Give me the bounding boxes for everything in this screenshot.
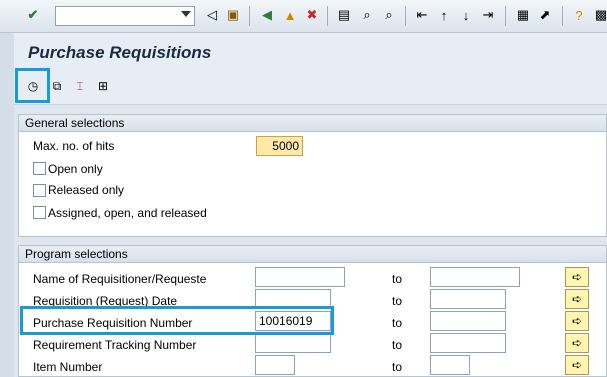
requisitioner-to-input[interactable]	[430, 267, 520, 287]
request-date-to-input[interactable]	[430, 289, 506, 309]
multiple-selection-arrow-icon[interactable]: ➪	[565, 267, 589, 287]
to-label: to	[392, 316, 403, 330]
multiple-selection-icon[interactable]: ⊞	[94, 77, 112, 95]
command-field[interactable]	[55, 6, 195, 26]
left-strip	[0, 33, 14, 377]
help-icon[interactable]: ?	[570, 6, 588, 24]
tracking-number-from-input[interactable]	[255, 333, 331, 353]
first-page-icon[interactable]: ⇤	[413, 6, 431, 24]
to-label: to	[392, 272, 403, 286]
to-label: to	[392, 294, 403, 308]
released-only-label: Released only	[48, 183, 125, 197]
execute-highlight	[15, 68, 50, 103]
separator	[327, 6, 328, 26]
max-hits-label: Max. no. of hits	[33, 139, 115, 153]
back-icon[interactable]: ◀	[258, 6, 276, 24]
application-toolbar: ◷ ⧉ ⌶ ⊞	[14, 69, 607, 105]
shortcut-icon[interactable]: ⬈	[536, 6, 554, 24]
general-selections-group: General selections Max. no. of hits 5000…	[18, 114, 607, 237]
open-only-checkbox[interactable]	[33, 162, 46, 175]
open-only-label: Open only	[48, 162, 103, 176]
item-number-from-input[interactable]	[255, 355, 295, 375]
customize-icon[interactable]: ▩	[592, 6, 607, 24]
back-small-icon[interactable]: ◁	[203, 6, 221, 24]
multiple-selection-arrow-icon[interactable]: ➪	[565, 289, 589, 309]
prev-page-icon[interactable]: ↑	[435, 6, 453, 24]
separator	[505, 6, 506, 26]
enter-icon[interactable]: ✔	[24, 6, 42, 24]
pr-number-highlight	[20, 306, 334, 335]
to-label: to	[392, 338, 403, 352]
requisitioner-label: Name of Requisitioner/Requeste	[33, 272, 207, 286]
max-hits-input[interactable]: 5000	[256, 136, 303, 156]
system-toolbar: ✔ ◁ ▣ ◀ ▲ ✖ ▤ ⌕ ⌕ ⇤ ↑ ↓ ⇥ ▦ ⬈ ? ▩	[0, 0, 607, 33]
create-session-icon[interactable]: ▦	[514, 6, 532, 24]
find-icon[interactable]: ⌕	[358, 6, 376, 24]
tracking-number-to-input[interactable]	[430, 333, 506, 353]
assigned-label: Assigned, open, and released	[48, 206, 207, 220]
multiple-selection-arrow-icon[interactable]: ➪	[565, 311, 589, 331]
pr-number-to-input[interactable]	[430, 311, 506, 331]
title-bar: Purchase Requisitions	[14, 33, 607, 69]
multiple-selection-arrow-icon[interactable]: ➪	[565, 333, 589, 353]
assigned-checkbox[interactable]	[33, 206, 46, 219]
released-only-checkbox[interactable]	[33, 184, 46, 197]
multiple-selection-arrow-icon[interactable]: ➪	[565, 355, 589, 375]
last-page-icon[interactable]: ⇥	[479, 6, 497, 24]
chevron-down-icon[interactable]	[181, 11, 191, 17]
cancel-icon[interactable]: ✖	[303, 6, 321, 24]
selection-options-icon[interactable]: ⌶	[71, 77, 89, 95]
item-number-to-input[interactable]	[430, 355, 470, 375]
group-header: General selections	[19, 115, 606, 132]
group-header: Program selections	[19, 246, 606, 263]
separator	[249, 6, 250, 26]
requisitioner-from-input[interactable]	[255, 267, 345, 287]
exit-icon[interactable]: ▲	[281, 6, 299, 24]
item-number-label: Item Number	[33, 360, 103, 374]
separator	[562, 6, 563, 26]
page-title: Purchase Requisitions	[28, 43, 212, 62]
to-label: to	[392, 360, 403, 374]
separator	[405, 6, 406, 26]
print-icon[interactable]: ▤	[335, 6, 353, 24]
get-variant-icon[interactable]: ⧉	[48, 77, 66, 95]
save-icon[interactable]: ▣	[224, 6, 242, 24]
tracking-number-label: Requirement Tracking Number	[33, 338, 197, 352]
next-page-icon[interactable]: ↓	[457, 6, 475, 24]
find-next-icon[interactable]: ⌕	[380, 6, 398, 24]
